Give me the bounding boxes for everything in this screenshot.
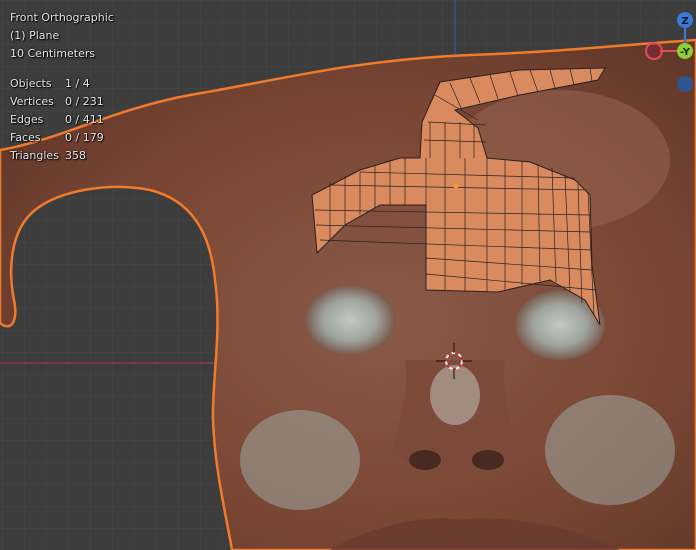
stat-label: Triangles [10, 149, 59, 162]
left-nostril [409, 450, 441, 470]
view-name: Front Orthographic [10, 11, 114, 24]
nose-bridge [430, 365, 480, 425]
gizmo-z-label: Z [681, 16, 688, 27]
gizmo-negative-x-fill [648, 45, 660, 57]
stat-vertices: Vertices 0 / 231 [10, 93, 114, 111]
left-cheek [240, 410, 360, 510]
right-cheek [545, 395, 675, 505]
object-origin [453, 183, 459, 189]
scene-statistics: Objects 1 / 4 Vertices 0 / 231 Edges 0 /… [10, 75, 114, 165]
3d-viewport[interactable]: Front Orthographic (1) Plane 10 Centimet… [0, 0, 696, 550]
stat-edges: Edges 0 / 411 [10, 111, 114, 129]
stat-label: Faces [10, 131, 41, 144]
stat-faces: Faces 0 / 179 [10, 129, 114, 147]
navigation-gizmo[interactable]: Z -Y [640, 8, 696, 98]
gizmo-y-label: -Y [680, 47, 691, 58]
active-object-name: (1) Plane [10, 29, 60, 42]
left-eye-socket [305, 285, 395, 355]
stat-value: 0 / 179 [65, 131, 104, 144]
stat-value: 0 / 231 [65, 95, 104, 108]
stat-label: Objects [10, 77, 52, 90]
stat-label: Vertices [10, 95, 54, 108]
gizmo-negative-z-handle[interactable] [677, 76, 693, 92]
stat-value: 358 [65, 149, 86, 162]
stat-value: 0 / 411 [65, 113, 104, 126]
stat-value: 1 / 4 [65, 77, 90, 90]
right-nostril [472, 450, 504, 470]
viewport-info-overlay: Front Orthographic (1) Plane 10 Centimet… [10, 9, 114, 165]
stat-triangles: Triangles 358 [10, 147, 114, 165]
stat-objects: Objects 1 / 4 [10, 75, 114, 93]
grid-scale: 10 Centimeters [10, 47, 96, 60]
stat-label: Edges [10, 113, 44, 126]
